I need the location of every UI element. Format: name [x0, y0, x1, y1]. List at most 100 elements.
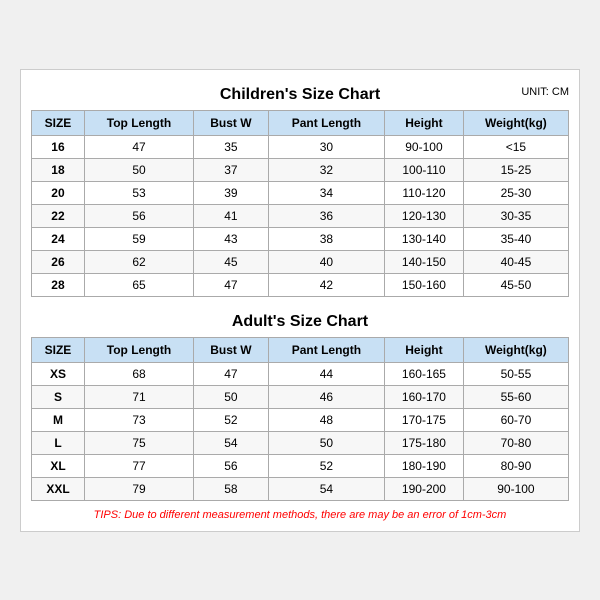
children-col-height: Height: [385, 110, 464, 135]
table-row: L755450175-18070-80: [32, 431, 569, 454]
table-cell: 75: [84, 431, 193, 454]
table-cell: 30-35: [463, 204, 568, 227]
table-cell: XL: [32, 454, 85, 477]
table-row: 24594338130-14035-40: [32, 227, 569, 250]
table-cell: 53: [84, 181, 193, 204]
table-cell: 55-60: [463, 385, 568, 408]
table-cell: 52: [268, 454, 384, 477]
table-cell: 79: [84, 477, 193, 500]
table-cell: 47: [194, 362, 269, 385]
table-cell: 50: [268, 431, 384, 454]
table-cell: 120-130: [385, 204, 464, 227]
table-cell: 190-200: [385, 477, 464, 500]
adults-header-row: SIZE Top Length Bust W Pant Length Heigh…: [32, 337, 569, 362]
children-col-weight: Weight(kg): [463, 110, 568, 135]
table-cell: 50-55: [463, 362, 568, 385]
table-row: XL775652180-19080-90: [32, 454, 569, 477]
table-row: 26624540140-15040-45: [32, 250, 569, 273]
table-cell: S: [32, 385, 85, 408]
table-cell: 46: [268, 385, 384, 408]
table-cell: 52: [194, 408, 269, 431]
table-cell: 90-100: [385, 135, 464, 158]
table-cell: 28: [32, 273, 85, 296]
children-header-row: SIZE Top Length Bust W Pant Length Heigh…: [32, 110, 569, 135]
adults-title: Adult's Size Chart: [232, 313, 368, 330]
table-cell: 73: [84, 408, 193, 431]
table-cell: XS: [32, 362, 85, 385]
table-cell: 43: [194, 227, 269, 250]
table-cell: 62: [84, 250, 193, 273]
table-cell: 77: [84, 454, 193, 477]
table-cell: 18: [32, 158, 85, 181]
table-cell: 20: [32, 181, 85, 204]
table-cell: 56: [84, 204, 193, 227]
table-cell: 15-25: [463, 158, 568, 181]
children-col-top-length: Top Length: [84, 110, 193, 135]
table-cell: 50: [84, 158, 193, 181]
table-cell: 41: [194, 204, 269, 227]
table-row: 20533934110-12025-30: [32, 181, 569, 204]
table-cell: 54: [194, 431, 269, 454]
table-cell: 110-120: [385, 181, 464, 204]
table-cell: 170-175: [385, 408, 464, 431]
unit-label: UNIT: CM: [521, 86, 569, 98]
table-cell: 70-80: [463, 431, 568, 454]
adults-col-pant-length: Pant Length: [268, 337, 384, 362]
table-row: XXL795854190-20090-100: [32, 477, 569, 500]
table-row: 28654742150-16045-50: [32, 273, 569, 296]
table-cell: 90-100: [463, 477, 568, 500]
table-cell: 16: [32, 135, 85, 158]
children-title-row: Children's Size Chart UNIT: CM: [31, 80, 569, 106]
table-cell: 42: [268, 273, 384, 296]
table-cell: 50: [194, 385, 269, 408]
table-cell: 44: [268, 362, 384, 385]
table-cell: 38: [268, 227, 384, 250]
table-cell: <15: [463, 135, 568, 158]
table-row: S715046160-17055-60: [32, 385, 569, 408]
table-cell: 48: [268, 408, 384, 431]
adults-col-top-length: Top Length: [84, 337, 193, 362]
adults-col-height: Height: [385, 337, 464, 362]
table-cell: 45-50: [463, 273, 568, 296]
children-table: SIZE Top Length Bust W Pant Length Heigh…: [31, 110, 569, 297]
table-cell: 40-45: [463, 250, 568, 273]
table-cell: 24: [32, 227, 85, 250]
table-cell: 54: [268, 477, 384, 500]
table-cell: 26: [32, 250, 85, 273]
table-cell: 65: [84, 273, 193, 296]
chart-container: Children's Size Chart UNIT: CM SIZE Top …: [20, 69, 580, 532]
adults-col-weight: Weight(kg): [463, 337, 568, 362]
table-cell: 47: [84, 135, 193, 158]
table-cell: 150-160: [385, 273, 464, 296]
tips-text: TIPS: Due to different measurement metho…: [31, 509, 569, 521]
table-cell: 35-40: [463, 227, 568, 250]
table-cell: 160-170: [385, 385, 464, 408]
children-col-pant-length: Pant Length: [268, 110, 384, 135]
table-row: M735248170-17560-70: [32, 408, 569, 431]
table-row: 22564136120-13030-35: [32, 204, 569, 227]
table-cell: 47: [194, 273, 269, 296]
table-cell: 160-165: [385, 362, 464, 385]
table-cell: 45: [194, 250, 269, 273]
adults-col-bust-w: Bust W: [194, 337, 269, 362]
table-row: 18503732100-11015-25: [32, 158, 569, 181]
table-cell: 35: [194, 135, 269, 158]
table-cell: 32: [268, 158, 384, 181]
children-col-size: SIZE: [32, 110, 85, 135]
table-cell: 37: [194, 158, 269, 181]
table-row: XS684744160-16550-55: [32, 362, 569, 385]
table-cell: 80-90: [463, 454, 568, 477]
adults-title-row: Adult's Size Chart: [31, 307, 569, 333]
table-cell: 58: [194, 477, 269, 500]
children-title: Children's Size Chart: [220, 86, 380, 103]
table-cell: XXL: [32, 477, 85, 500]
table-cell: 40: [268, 250, 384, 273]
table-cell: 56: [194, 454, 269, 477]
table-cell: 71: [84, 385, 193, 408]
table-cell: L: [32, 431, 85, 454]
adults-table: SIZE Top Length Bust W Pant Length Heigh…: [31, 337, 569, 501]
children-col-bust-w: Bust W: [194, 110, 269, 135]
table-cell: 59: [84, 227, 193, 250]
table-cell: 34: [268, 181, 384, 204]
table-cell: 60-70: [463, 408, 568, 431]
